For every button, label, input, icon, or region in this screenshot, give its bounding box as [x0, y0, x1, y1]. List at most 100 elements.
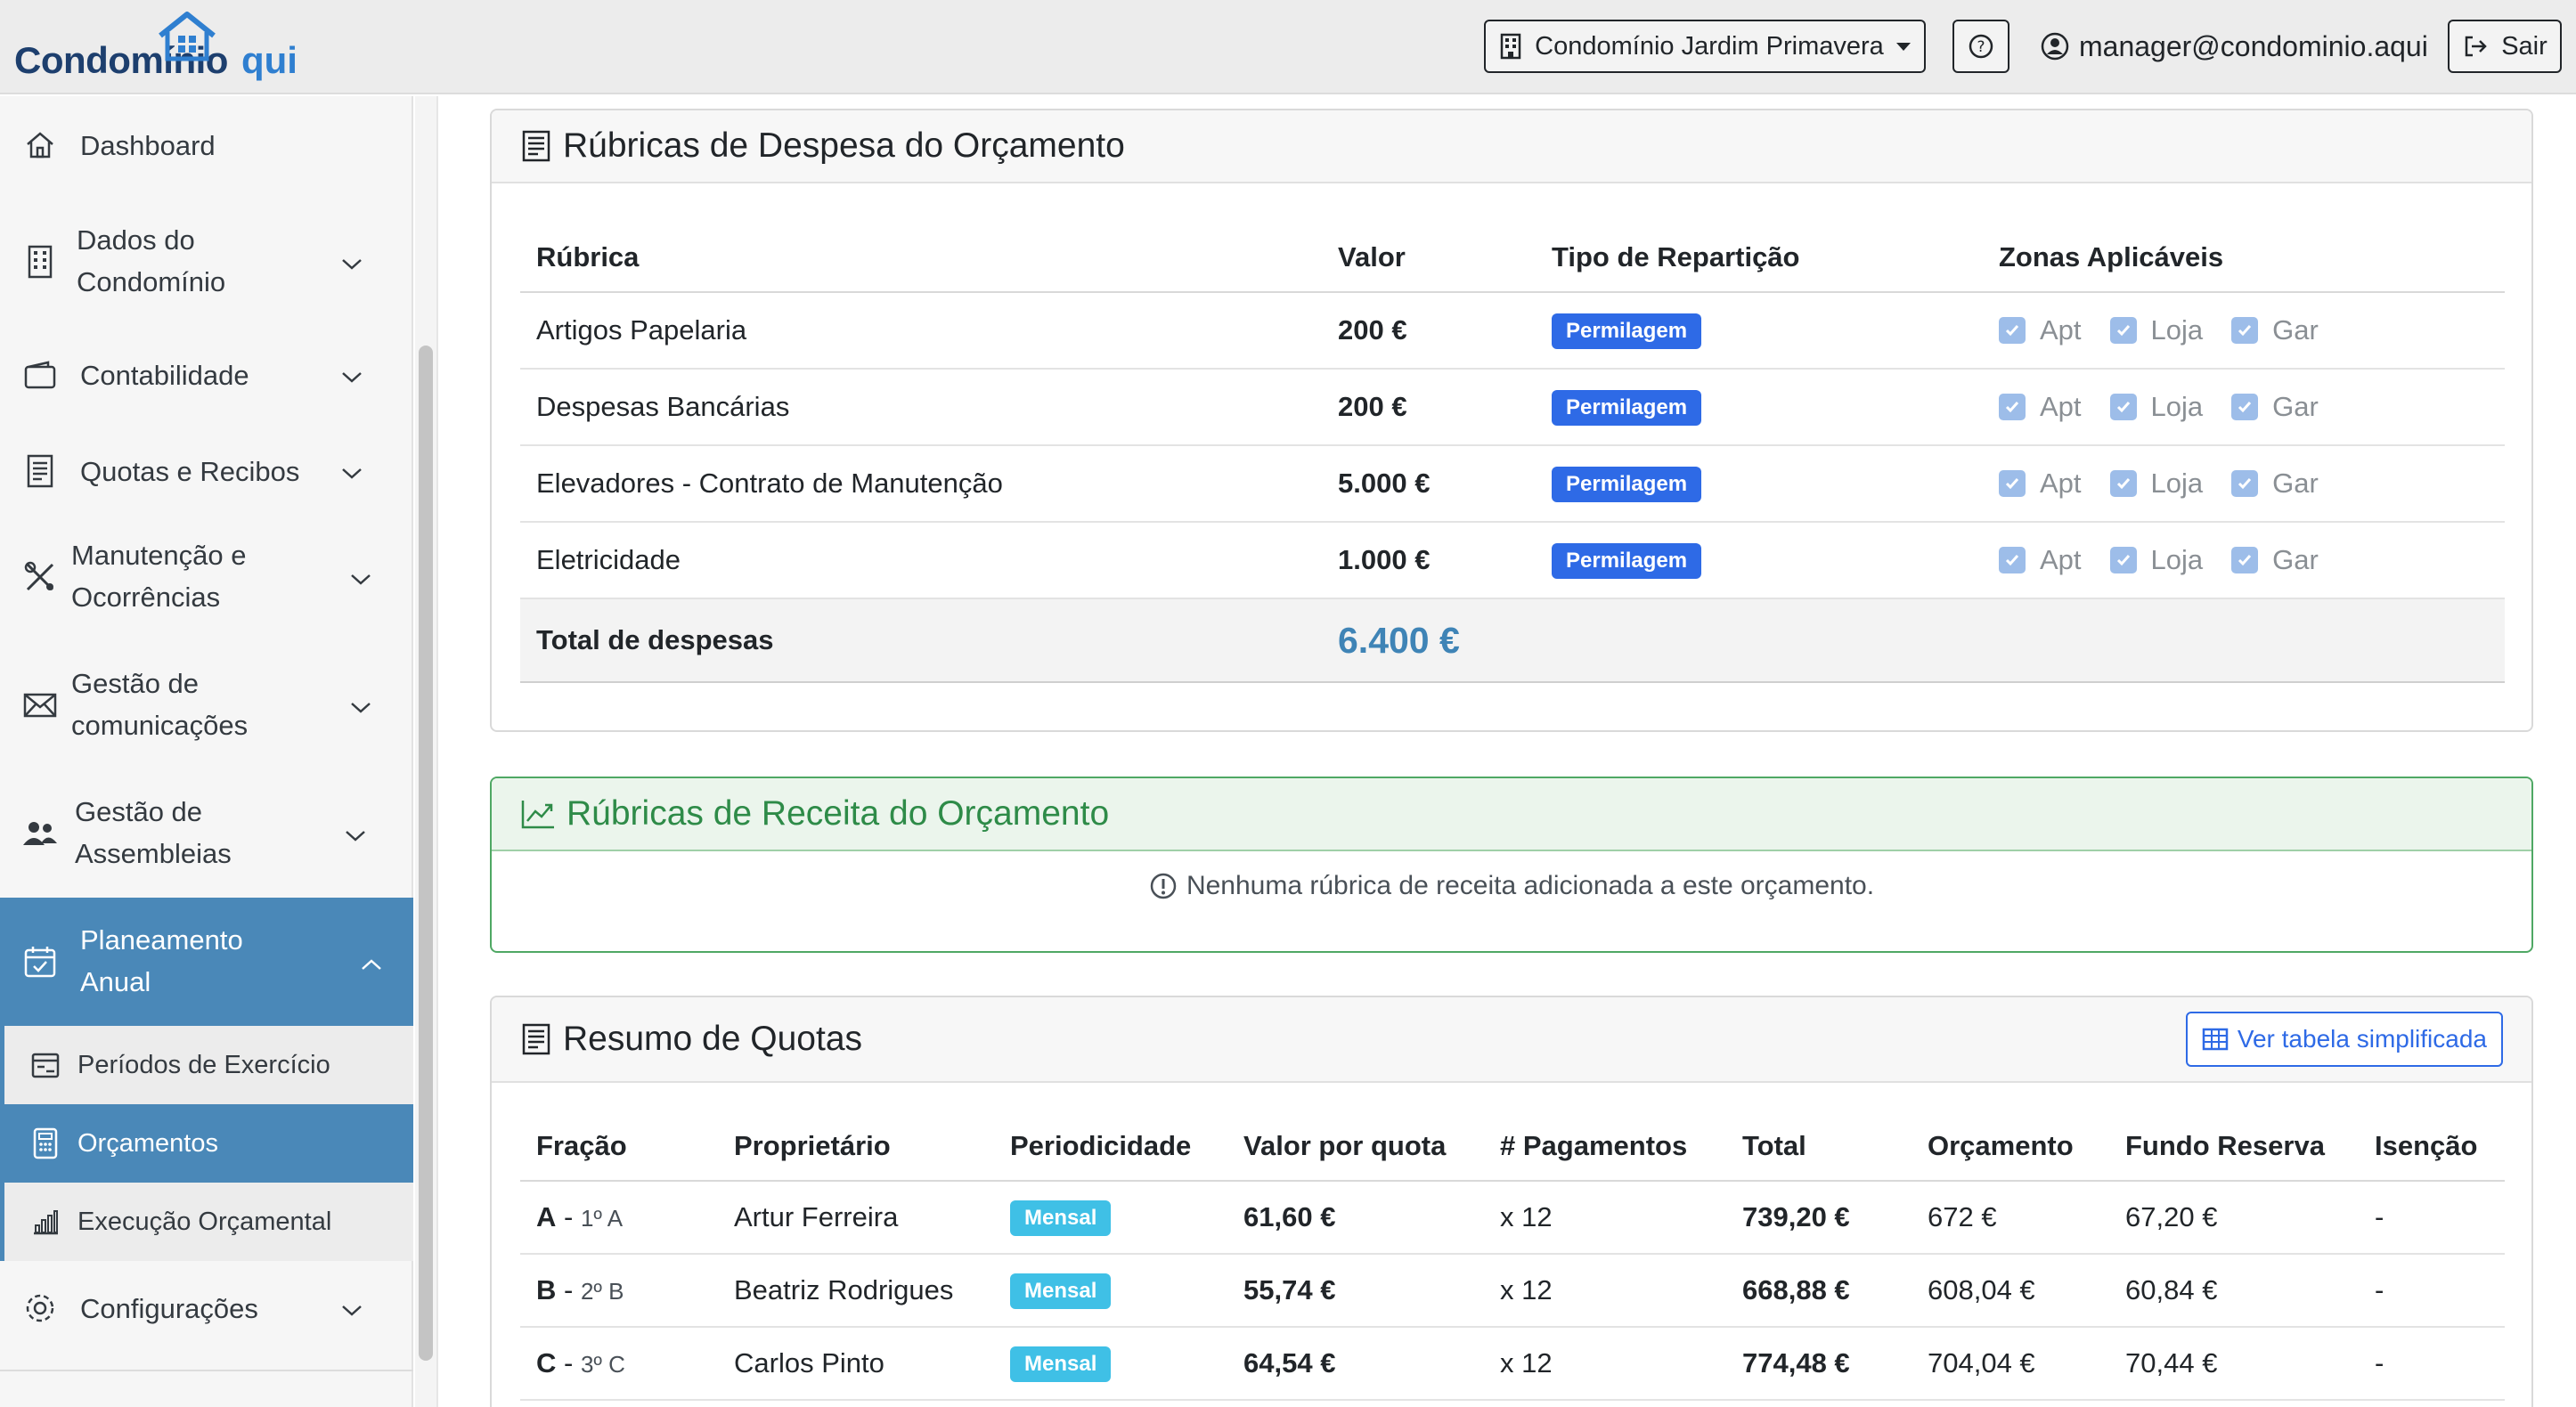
quota-total: 668,88 €: [1726, 1254, 1912, 1328]
col-header-proprietario: Proprietário: [718, 1111, 994, 1182]
sidebar-item-quotas-recibos[interactable]: Quotas e Recibos: [0, 443, 413, 499]
sidebar-subitem-label: Execução Orçamental: [77, 1207, 332, 1236]
zone-loja-checkbox[interactable]: [2109, 394, 2137, 420]
owner-name: Carlos Pinto: [718, 1327, 994, 1401]
caret-down-icon: [1895, 42, 1911, 51]
sidebar-item-label-line2: Condomínio: [77, 266, 226, 297]
zone-gar-checkbox[interactable]: [2231, 394, 2259, 420]
zone-gar-checkbox[interactable]: [2231, 470, 2259, 497]
table-header-row: Rúbrica Valor Tipo de Repartição Zonas A…: [520, 223, 2505, 293]
total-label: Total de despesas: [520, 598, 1322, 683]
sidebar-divider: [0, 1370, 413, 1371]
condominium-select-label: Condomínio Jardim Primavera: [1535, 31, 1884, 61]
revenue-card: Rúbricas de Receita do Orçamento Nenhuma…: [490, 777, 2533, 953]
sidebar-scrollbar-thumb[interactable]: [419, 346, 433, 1361]
sidebar-item-label-line2: Anual: [80, 966, 151, 997]
sidebar-item-contabilidade[interactable]: Contabilidade: [0, 347, 413, 403]
sidebar-subitem-label: Períodos de Exercício: [77, 1050, 330, 1079]
sidebar-subitem-execucao[interactable]: Execução Orçamental: [0, 1183, 413, 1261]
sidebar-item-dashboard[interactable]: Dashboard: [0, 118, 413, 173]
periodicity-badge: Mensal: [1010, 1200, 1112, 1236]
sidebar-item-assembleias[interactable]: Gestão de Assembleias: [0, 789, 413, 878]
logout-button[interactable]: Sair: [2448, 20, 2562, 73]
fraction-floor: 2º B: [580, 1278, 624, 1305]
home-icon: [21, 126, 59, 164]
sidebar-subitem-label: Orçamentos: [77, 1128, 218, 1158]
user-menu[interactable]: manager@condominio.aqui: [2040, 27, 2428, 66]
bar-chart-icon: [28, 1204, 63, 1240]
building-icon: [1500, 33, 1521, 60]
sidebar-item-label-line1: Planeamento: [80, 924, 243, 956]
fraction-floor: 3º C: [580, 1351, 625, 1378]
sidebar-item-configuracoes[interactable]: Configurações: [0, 1281, 413, 1336]
zone-apt-checkbox[interactable]: [1999, 547, 2026, 573]
empty-state-message: Nenhuma rúbrica de receita adicionada a …: [1186, 871, 1875, 900]
zone-apt-label: Apt: [2040, 468, 2082, 499]
quotas-card-title: Resumo de Quotas: [563, 1020, 863, 1058]
zone-loja-checkbox[interactable]: [2109, 470, 2137, 497]
zone-apt-label: Apt: [2040, 314, 2082, 346]
zone-gar-checkbox[interactable]: [2231, 547, 2259, 573]
rubrica-value: 5.000 €: [1322, 445, 1536, 523]
table-row: Artigos Papelaria 200 € Permilagem Apt L…: [520, 292, 2505, 370]
sidebar-item-dados-condominio[interactable]: Dados do Condomínio: [0, 217, 413, 306]
sidebar-item-manutencao[interactable]: Manutenção e Ocorrências: [0, 533, 413, 622]
building-icon: [21, 243, 59, 281]
house-icon: [159, 12, 216, 61]
condominium-select[interactable]: Condomínio Jardim Primavera: [1484, 20, 1926, 73]
quotas-card-header: Resumo de Quotas Ver tabela simplificada: [492, 997, 2531, 1083]
sidebar-item-planeamento-anual[interactable]: Planeamento Anual: [0, 898, 413, 1026]
col-header-periodicidade: Periodicidade: [994, 1111, 1227, 1182]
col-header-zonas: Zonas Aplicáveis: [1983, 223, 2505, 293]
fraction-letter: C: [536, 1347, 557, 1379]
quota-reserve: 70,44 €: [2109, 1327, 2359, 1401]
view-simple-table-button[interactable]: Ver tabela simplificada: [2185, 1012, 2503, 1067]
col-header-orcamento: Orçamento: [1912, 1111, 2109, 1182]
table-icon: [2202, 1028, 2229, 1051]
sidebar-subitem-periodos[interactable]: Períodos de Exercício: [0, 1026, 413, 1104]
fraction-cell: C - 3º C: [520, 1327, 718, 1401]
repartition-badge: Permilagem: [1552, 542, 1702, 579]
sidebar-item-label-line1: Manutenção e: [71, 540, 247, 571]
sidebar-item-label-line2: comunicações: [71, 710, 249, 741]
repartition-badge: Permilagem: [1552, 313, 1702, 349]
zone-apt-checkbox[interactable]: [1999, 317, 2026, 344]
zone-apt-label: Apt: [2040, 544, 2082, 575]
sidebar-subitem-orcamentos[interactable]: Orçamentos: [0, 1104, 413, 1183]
periodicity-badge: Mensal: [1010, 1346, 1112, 1382]
total-row: Total de despesas 6.400 €: [520, 598, 2505, 683]
rubrica-value: 1.000 €: [1322, 522, 1536, 599]
chevron-down-icon: [340, 451, 363, 492]
expenses-card-title: Rúbricas de Despesa do Orçamento: [563, 126, 1125, 165]
fraction-separator: -: [556, 1274, 581, 1305]
chevron-up-icon: [360, 941, 383, 983]
zone-loja-label: Loja: [2150, 468, 2204, 499]
check-icon: [2116, 478, 2130, 490]
help-button[interactable]: ?: [1952, 20, 2009, 73]
zone-gar-checkbox[interactable]: [2231, 317, 2259, 344]
zone-gar-label: Gar: [2272, 391, 2319, 422]
quota-budget: 672 €: [1912, 1181, 2109, 1255]
zone-loja-checkbox[interactable]: [2109, 547, 2137, 573]
sidebar-item-comunicacoes[interactable]: Gestão de comunicações: [0, 661, 413, 750]
zone-loja-checkbox[interactable]: [2109, 317, 2137, 344]
check-icon: [2116, 325, 2130, 337]
check-icon: [2116, 402, 2130, 413]
fraction-separator: -: [556, 1347, 581, 1379]
info-circle-icon: [1150, 873, 1177, 899]
fraction-letter: B: [536, 1274, 557, 1305]
zone-loja-label: Loja: [2150, 391, 2204, 422]
zone-apt-checkbox[interactable]: [1999, 394, 2026, 420]
zones-checkboxes: Apt Loja Gar: [1999, 468, 2505, 500]
people-icon: [21, 815, 59, 852]
quota-exemption: -: [2359, 1327, 2505, 1401]
brand-logo[interactable]: Condomínio qui: [14, 12, 308, 87]
rubrica-value: 200 €: [1322, 292, 1536, 370]
check-icon: [2005, 325, 2019, 337]
chevron-down-icon: [340, 354, 363, 396]
quota-exemption: -: [2359, 1254, 2505, 1328]
rubrica-name: Despesas Bancárias: [520, 369, 1322, 446]
zone-apt-checkbox[interactable]: [1999, 470, 2026, 497]
check-icon: [2238, 402, 2252, 413]
quota-reserve: 67,20 €: [2109, 1181, 2359, 1255]
